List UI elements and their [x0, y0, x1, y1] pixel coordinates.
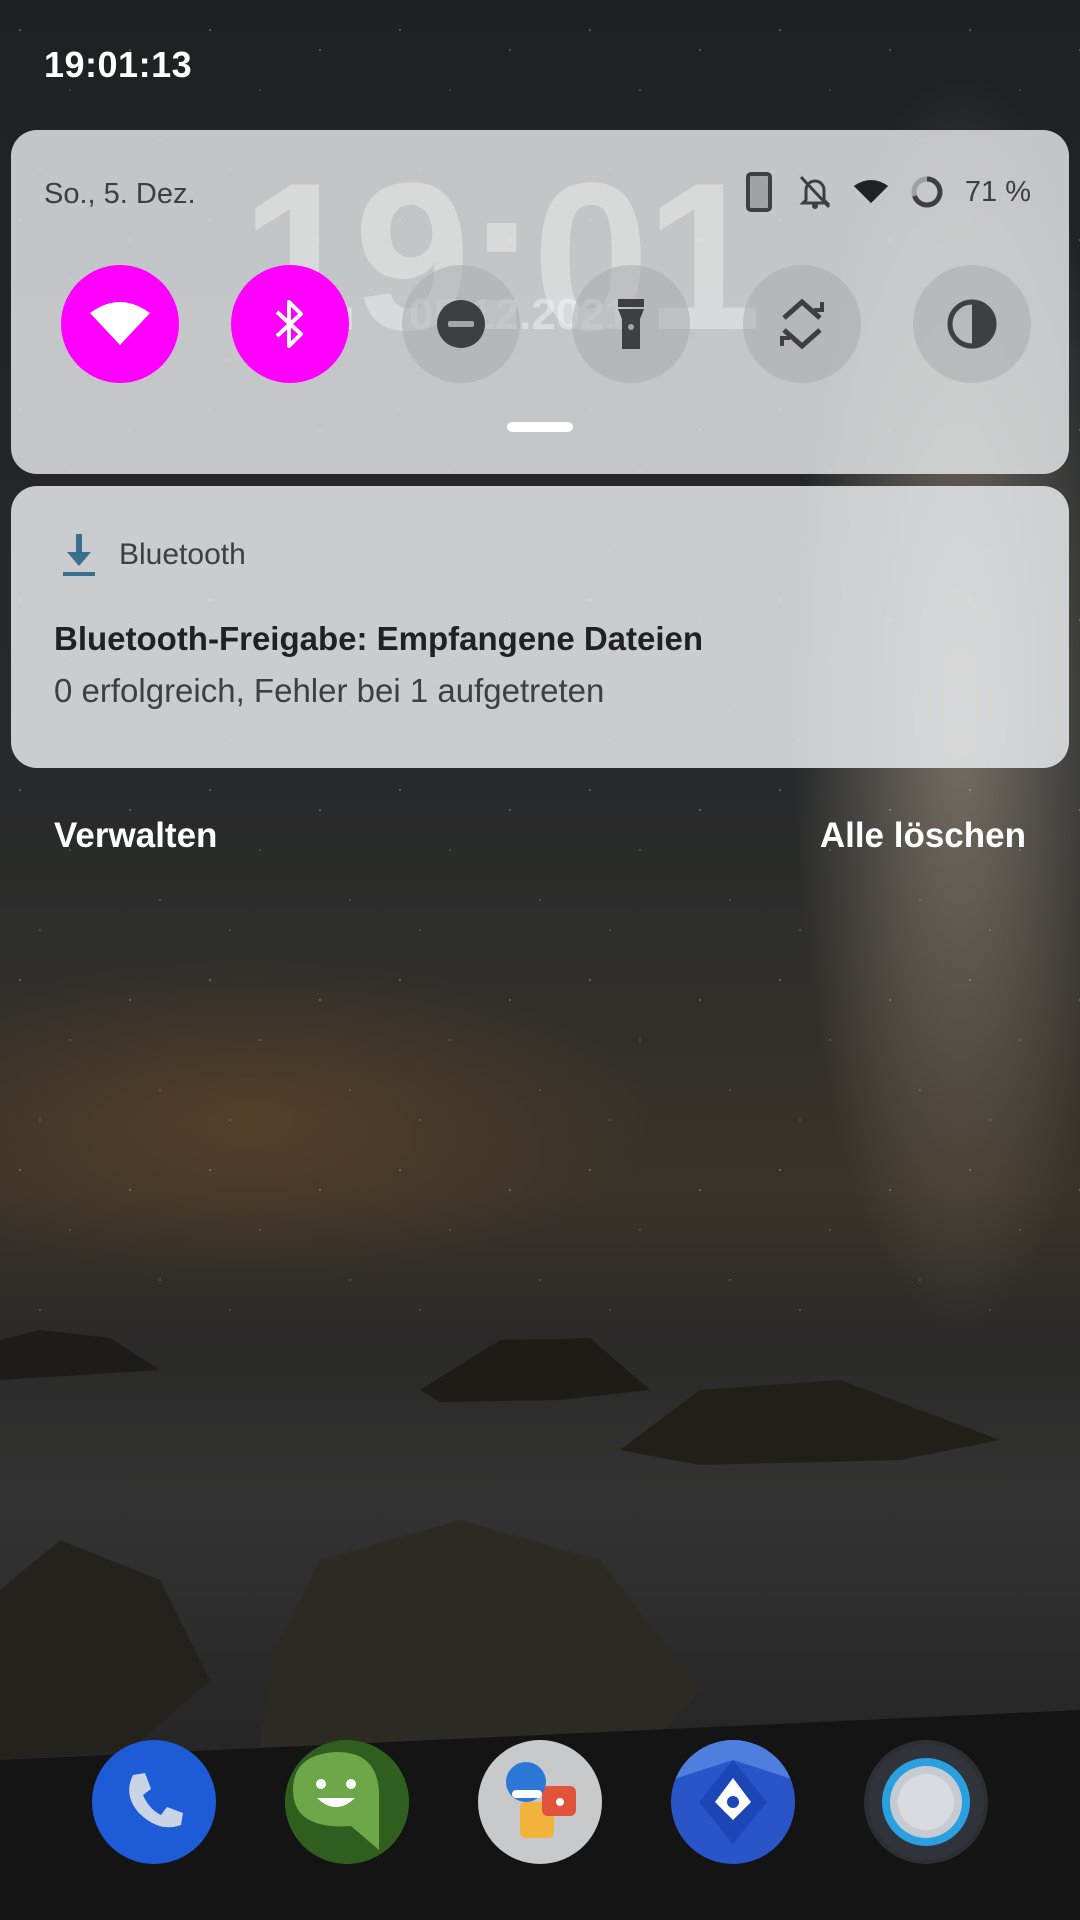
manage-button[interactable]: Verwalten: [54, 816, 217, 856]
maps-icon: [671, 1740, 795, 1844]
camera-icon: [868, 1744, 984, 1860]
app-dock: [92, 1740, 988, 1864]
tile-do-not-disturb[interactable]: [401, 265, 520, 383]
qs-expand-handle[interactable]: [507, 422, 573, 432]
tile-bluetooth[interactable]: [231, 265, 350, 383]
dock-app-phone[interactable]: [92, 1740, 216, 1864]
notification-title: Bluetooth-Freigabe: Empfangene Dateien: [54, 620, 704, 657]
contrast-icon: [947, 299, 997, 349]
dock-app-maps[interactable]: [671, 1740, 795, 1864]
bluetooth-icon: [276, 300, 304, 348]
flashlight-icon: [618, 299, 645, 349]
dock-app-camera[interactable]: [864, 1740, 988, 1864]
rotate-icon: [779, 298, 824, 350]
qs-tiles-row: [61, 265, 1031, 383]
wifi-icon: [90, 302, 150, 345]
messages-icon: [285, 1740, 409, 1864]
tile-auto-rotate[interactable]: [742, 265, 861, 383]
tile-wifi[interactable]: [61, 265, 179, 383]
qs-date[interactable]: So., 5. Dez.: [44, 178, 196, 211]
notification-text: 0 erfolgreich, Fehler bei 1 aufgetreten: [54, 672, 605, 709]
wifi-signal-icon: [853, 174, 889, 210]
phone-device-icon: [741, 172, 777, 212]
status-bar-time: 19:01:13: [44, 44, 193, 85]
download-icon: [63, 534, 95, 576]
contacts-icon: [506, 1762, 576, 1838]
battery-percent: 71 %: [964, 175, 1031, 208]
phone-icon: [129, 1773, 183, 1828]
dnd-icon: [436, 300, 485, 348]
dock-app-messages[interactable]: [285, 1740, 409, 1864]
notification-app-name: Bluetooth: [119, 538, 246, 571]
quick-settings-panel[interactable]: 19:01 05.12.2021 So., 5. Dez. 71 %: [11, 130, 1069, 474]
tile-flashlight[interactable]: [572, 265, 691, 383]
battery-ring-icon: [909, 174, 945, 210]
dock-app-contacts[interactable]: [478, 1740, 602, 1864]
qs-status-icons: 71 %: [741, 170, 1031, 214]
notification-card[interactable]: Bluetooth Bluetooth-Freigabe: Empfangene…: [11, 486, 1069, 768]
tile-invert-colors[interactable]: [912, 265, 1031, 383]
clear-all-button[interactable]: Alle löschen: [820, 816, 1026, 856]
muted-bell-icon: [797, 174, 833, 210]
